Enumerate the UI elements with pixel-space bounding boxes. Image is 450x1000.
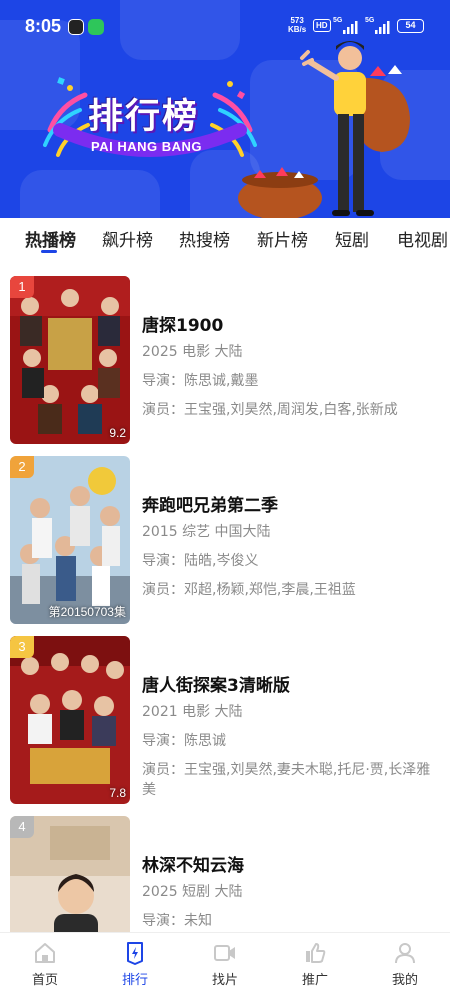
user-icon	[395, 943, 415, 964]
poster-score: 7.8	[109, 786, 126, 800]
signal-bars-icon	[343, 21, 358, 34]
item-title[interactable]: 唐探1900	[142, 311, 223, 336]
item-director: 导演：陈思诚	[142, 733, 226, 749]
bottom-navigation: 首页 排行 找片 推广 我的	[0, 932, 450, 1000]
nav-label: 首页	[31, 973, 58, 988]
tab-tv-series[interactable]: 电视剧	[397, 226, 448, 251]
network-speed-unit: KB/s	[288, 25, 307, 34]
battery-indicator: 54	[397, 19, 424, 33]
rank-badge: 1	[10, 276, 34, 298]
video-camera-icon	[214, 945, 235, 961]
poster-artwork	[10, 636, 130, 804]
item-title[interactable]: 林深不知云海	[142, 851, 244, 876]
rank-badge: 2	[10, 456, 34, 478]
status-time: 8:05	[25, 16, 62, 36]
nav-label: 我的	[391, 973, 418, 988]
item-director: 导演：未知	[142, 913, 212, 929]
ranking-tabs: 热播榜 飙升榜 热搜榜 新片榜 短剧 电视剧	[0, 218, 450, 264]
nav-promote[interactable]: 推广	[280, 941, 350, 988]
active-tab-indicator	[41, 250, 57, 253]
signal-label-2: 5G	[365, 17, 375, 24]
network-speed: 573 KB/s	[288, 16, 306, 34]
notification-app-icon	[68, 19, 84, 35]
list-item[interactable]: 1 9.2 唐探1900 2025 电影 大陆 导演：陈思诚,戴墨 演员：王宝强…	[0, 264, 450, 444]
header-banner: 8:05 573 KB/s HD 5G 5G 54 排行榜 PAI HANG B…	[0, 0, 450, 218]
item-director: 导演：陈思诚,戴墨	[142, 373, 259, 389]
poster-episode: 第20150703集	[48, 605, 126, 619]
banner-subtitle: PAI HANG BANG	[91, 139, 202, 154]
tab-hot-search[interactable]: 热搜榜	[179, 226, 230, 251]
banner-decor-tile	[20, 170, 160, 218]
nav-label: 找片	[211, 973, 238, 988]
poster-image[interactable]: 3 7.8	[10, 636, 130, 804]
hd-badge: HD	[313, 19, 331, 32]
item-title[interactable]: 奔跑吧兄弟第二季	[142, 491, 278, 516]
nav-find-movies[interactable]: 找片	[190, 941, 260, 988]
banner-title: 排行榜	[88, 97, 200, 137]
network-speed-value: 573	[290, 16, 304, 25]
list-item[interactable]: 2 第20150703集 奔跑吧兄弟第二季 2015 综艺 中国大陆 导演：陆皓…	[0, 444, 450, 624]
list-item[interactable]: 3 7.8 唐人街探案3清晰版 2021 电影 大陆 导演：陈思诚 演员：王宝强…	[0, 624, 450, 804]
tab-hot-play[interactable]: 热播榜	[25, 226, 76, 251]
nav-label: 推广	[301, 973, 328, 988]
nav-ranking[interactable]: 排行	[100, 941, 170, 988]
poster-image[interactable]: 4	[10, 816, 130, 932]
item-actors: 演员：王宝强,刘昊然,妻夫木聪,托尼·贾,长泽雅美	[142, 762, 431, 798]
ranking-list: 1 9.2 唐探1900 2025 电影 大陆 导演：陈思诚,戴墨 演员：王宝强…	[0, 264, 450, 932]
item-meta: 2015 综艺 中国大陆	[142, 524, 271, 540]
home-icon	[35, 943, 55, 963]
signal-label-1: 5G	[333, 17, 343, 24]
thumbs-up-icon	[306, 943, 326, 963]
item-actors: 演员：王宝强,刘昊然,周润发,白客,张新成	[142, 402, 398, 418]
list-item[interactable]: 4 林深不知云海 2025 短剧 大陆 导演：未知	[0, 804, 450, 932]
item-title[interactable]: 唐人街探案3清晰版	[142, 671, 290, 696]
banner-illustration	[238, 41, 410, 218]
item-director: 导演：陆皓,岑俊义	[142, 553, 259, 569]
item-actors: 演员：邓超,杨颖,郑恺,李晨,王祖蓝	[142, 582, 356, 598]
item-meta: 2025 电影 大陆	[142, 344, 243, 360]
signal-bars-icon	[375, 21, 390, 34]
ranking-icon	[127, 942, 143, 965]
poster-image[interactable]: 1 9.2	[10, 276, 130, 444]
item-meta: 2021 电影 大陆	[142, 704, 243, 720]
poster-artwork	[10, 456, 130, 624]
tab-short-drama[interactable]: 短剧	[335, 226, 369, 251]
nav-home[interactable]: 首页	[10, 941, 80, 988]
nav-label: 排行	[121, 973, 148, 988]
nav-mine[interactable]: 我的	[370, 941, 440, 988]
poster-artwork	[10, 276, 130, 444]
rank-badge: 4	[10, 816, 34, 838]
poster-image[interactable]: 2 第20150703集	[10, 456, 130, 624]
poster-score: 9.2	[109, 426, 126, 440]
item-meta: 2025 短剧 大陆	[142, 884, 243, 900]
tab-new-release[interactable]: 新片榜	[257, 226, 308, 251]
tab-rising[interactable]: 飙升榜	[102, 226, 153, 251]
rank-badge: 3	[10, 636, 34, 658]
wechat-icon	[88, 19, 104, 35]
